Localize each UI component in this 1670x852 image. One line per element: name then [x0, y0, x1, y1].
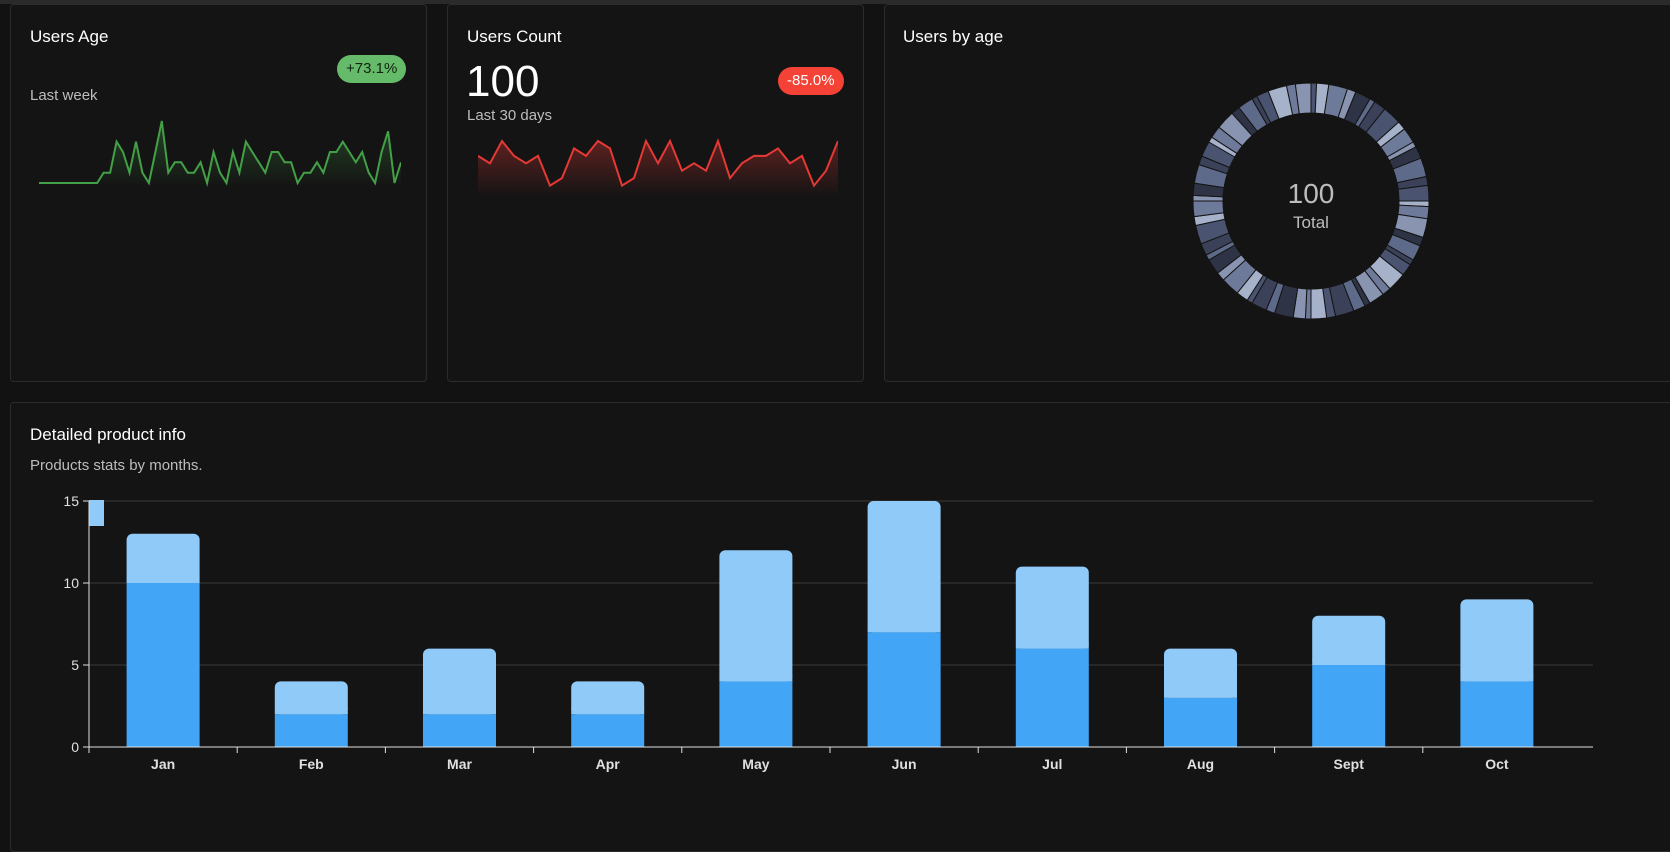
- sparkline-area: [39, 121, 401, 187]
- x-tick-label: Mar: [447, 756, 472, 772]
- users-age-card: Users Age +73.1% Last week: [10, 4, 427, 382]
- bar-segment[interactable]: [1460, 681, 1534, 747]
- bar-segment-base: [571, 708, 645, 715]
- bar-segment[interactable]: [867, 632, 941, 747]
- bar-segment[interactable]: [719, 550, 793, 682]
- x-tick-label: Apr: [596, 756, 621, 772]
- card-title: Users Count: [467, 27, 562, 46]
- bar-segment-base: [423, 708, 496, 715]
- sparkline-area: [478, 141, 838, 197]
- bar-segment[interactable]: [1312, 665, 1386, 747]
- bar-segment[interactable]: [126, 583, 200, 747]
- bar-segment[interactable]: [274, 714, 348, 747]
- change-badge: +73.1%: [337, 55, 407, 83]
- bar-segment[interactable]: [1164, 648, 1237, 698]
- bar-segment[interactable]: [1015, 648, 1089, 747]
- period-label: Last 30 days: [467, 107, 553, 124]
- x-tick-label: Aug: [1187, 756, 1214, 772]
- bar-segment-base: [719, 675, 793, 682]
- x-tick-label: May: [742, 756, 769, 772]
- users-by-age-card: Users by age 100 Total: [884, 4, 1670, 382]
- bar-segment-base: [1015, 642, 1089, 649]
- x-tick-label: Jan: [151, 756, 175, 772]
- card-title: Users by age: [903, 27, 1004, 46]
- bar-segment[interactable]: [126, 533, 200, 583]
- bar-segment[interactable]: [1312, 615, 1386, 665]
- users-age-sparkline: [39, 120, 401, 187]
- bar-segment-base: [126, 577, 200, 583]
- y-tick-label: 5: [71, 657, 79, 673]
- bar-segment[interactable]: [1460, 599, 1534, 682]
- bar-segment[interactable]: [867, 501, 941, 633]
- users-count-sparkline: [478, 138, 838, 197]
- bar-segment[interactable]: [719, 681, 793, 747]
- donut-center-label: Total: [1293, 213, 1329, 232]
- y-tick-label: 10: [63, 575, 79, 591]
- users-count-card: Users Count 100 -85.0% Last 30 days: [447, 4, 864, 382]
- bar-segment-base: [274, 708, 348, 715]
- product-bar-chart: 0 5 10 15 Jan Feb Mar Apr May Jun Jul Aug Sept Oct: [63, 493, 1593, 772]
- product-info-card: Detailed product info Products stats by …: [10, 402, 1670, 852]
- x-tick-label: Sept: [1334, 756, 1365, 772]
- bar-segment[interactable]: [423, 714, 496, 747]
- legend-swatch[interactable]: [89, 500, 104, 526]
- y-tick-label: 0: [71, 739, 79, 755]
- chart-bars: [126, 501, 1534, 747]
- users-count-value: 100: [466, 57, 540, 106]
- bar-segment-base: [1164, 691, 1237, 698]
- card-subtitle: Products stats by months.: [30, 457, 203, 474]
- y-tick-label: 15: [63, 493, 79, 509]
- bar-segment[interactable]: [1015, 566, 1089, 649]
- bar-segment-base: [1460, 675, 1534, 682]
- card-title: Users Age: [30, 27, 109, 46]
- change-badge: -85.0%: [778, 67, 844, 95]
- x-tick-label: Jul: [1042, 756, 1062, 772]
- bar-segment-base: [1312, 659, 1386, 665]
- bar-segment[interactable]: [1164, 697, 1237, 747]
- card-title: Detailed product info: [30, 425, 186, 444]
- period-label: Last week: [30, 87, 98, 104]
- bar-segment[interactable]: [571, 714, 645, 747]
- users-by-age-donut: 100 Total: [1192, 82, 1430, 320]
- donut-center-value: 100: [1288, 178, 1335, 209]
- x-tick-label: Jun: [892, 756, 917, 772]
- x-tick-label: Oct: [1485, 756, 1509, 772]
- bar-segment[interactable]: [423, 648, 496, 715]
- x-tick-label: Feb: [299, 756, 324, 772]
- bar-segment-base: [867, 626, 941, 633]
